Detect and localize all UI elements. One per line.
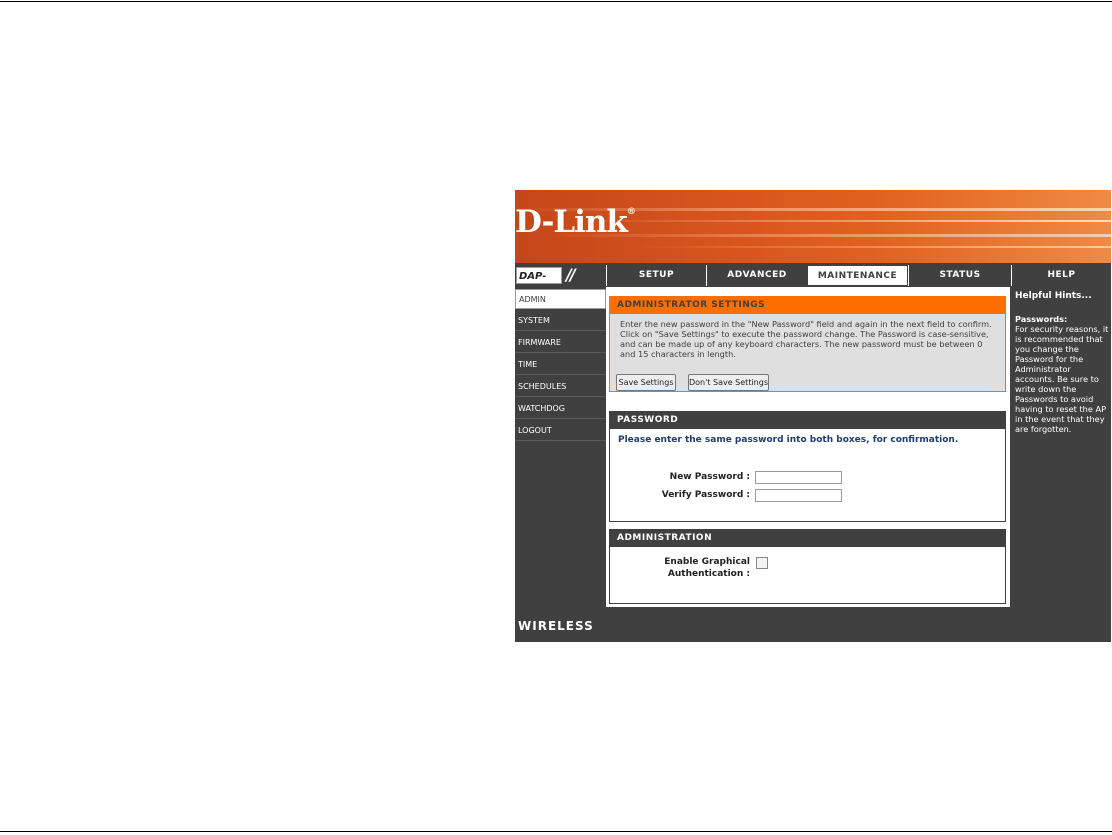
sidebar-item-system[interactable]: SYSTEM	[515, 311, 606, 331]
graphical-auth-label-line1: Enable Graphical	[664, 557, 750, 567]
new-password-label: New Password :	[669, 472, 750, 482]
tab-status[interactable]: STATUS	[908, 265, 1011, 286]
trademark-mark: ®	[626, 207, 636, 217]
model-name: DAP-1560	[516, 267, 562, 299]
help-panel: Helpful Hints... Passwords: For security…	[1011, 287, 1111, 607]
section-title: PASSWORD	[610, 412, 1005, 429]
password-instruction: Please enter the same password into both…	[618, 435, 959, 445]
wireless-logo: WIRELESS	[518, 619, 594, 633]
verify-password-label: Verify Password :	[661, 490, 750, 500]
new-password-input[interactable]	[755, 471, 842, 484]
tab-setup[interactable]: SETUP	[606, 265, 706, 286]
model-badge: DAP-1560 //	[516, 265, 606, 299]
sidebar-item-time[interactable]: TIME	[515, 355, 606, 375]
section-title: ADMINISTRATOR SETTINGS	[610, 297, 1005, 314]
graphical-auth-checkbox[interactable]	[756, 557, 768, 569]
section-title: ADMINISTRATION	[610, 530, 1005, 547]
help-subtitle: Passwords:	[1015, 314, 1068, 324]
model-slash-decoration: //	[566, 265, 576, 284]
sidebar: ADMIN SYSTEM FIRMWARE TIME SCHEDULES WAT…	[515, 289, 606, 443]
footer-bar: WIRELESS	[515, 610, 1111, 642]
password-section: PASSWORD Please enter the same password …	[609, 411, 1006, 522]
admin-description: Enter the new password in the "New Passw…	[620, 319, 992, 359]
sidebar-item-schedules[interactable]: SCHEDULES	[515, 377, 606, 397]
top-nav: DAP-1560 // SETUP ADVANCED MAINTENANCE S…	[515, 265, 1111, 299]
save-settings-button[interactable]: Save Settings	[616, 374, 676, 391]
graphical-auth-label: Enable Graphical Authentication :	[650, 556, 750, 580]
sidebar-item-logout[interactable]: LOGOUT	[515, 421, 606, 441]
page-top-rule	[0, 1, 1112, 2]
tab-maintenance[interactable]: MAINTENANCE	[807, 265, 908, 286]
tab-help[interactable]: HELP	[1011, 265, 1111, 286]
dont-save-settings-button[interactable]: Don't Save Settings	[688, 374, 769, 391]
logo-text: D-Link	[515, 204, 628, 240]
page-bottom-rule	[0, 831, 1112, 832]
help-title: Helpful Hints...	[1015, 291, 1092, 301]
sidebar-item-firmware[interactable]: FIRMWARE	[515, 333, 606, 353]
dlink-logo: D-Link®	[515, 204, 636, 240]
router-admin-ui: D-Link® DAP-1560 // SETUP ADVANCED MAINT…	[515, 190, 1111, 642]
main-content: ADMINISTRATOR SETTINGS Enter the new pas…	[606, 287, 1010, 607]
sidebar-item-watchdog[interactable]: WATCHDOG	[515, 399, 606, 419]
banner-swoosh	[515, 246, 1111, 248]
tab-advanced[interactable]: ADVANCED	[706, 265, 807, 286]
graphical-auth-label-line2: Authentication :	[667, 569, 750, 579]
brand-banner: D-Link®	[515, 190, 1111, 263]
help-body: For security reasons, it is recommended …	[1015, 324, 1109, 434]
verify-password-input[interactable]	[755, 489, 842, 502]
administration-section: ADMINISTRATION Enable Graphical Authenti…	[609, 529, 1006, 604]
sidebar-item-admin[interactable]: ADMIN	[515, 289, 606, 309]
